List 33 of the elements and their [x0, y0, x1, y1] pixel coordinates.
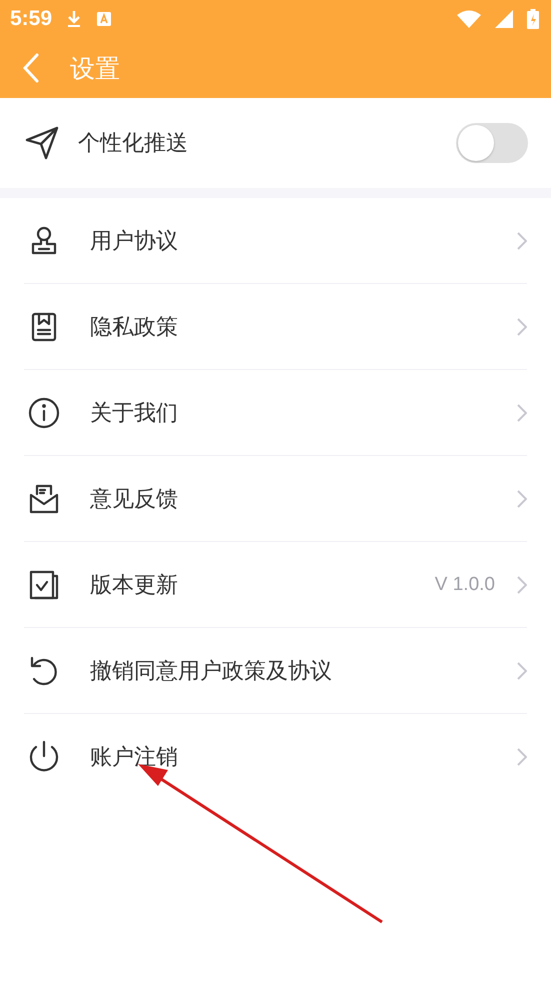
download-icon [66, 9, 82, 29]
battery-icon [527, 9, 539, 29]
settings-row[interactable]: 隐私政策 [24, 284, 527, 370]
settings-row[interactable]: 撤销同意用户政策及协议 [24, 628, 527, 714]
setting-label: 意见反馈 [90, 486, 178, 514]
chevron-icon [517, 662, 527, 680]
chevron-icon [517, 490, 527, 508]
settings-row[interactable]: 账户注销 [24, 714, 527, 799]
status-time: 5:59 [10, 7, 52, 31]
setting-label: 版本更新 [90, 572, 178, 600]
send-icon [24, 125, 60, 161]
signal-icon [495, 10, 513, 28]
wifi-icon [457, 10, 481, 28]
version-text: V 1.0.0 [434, 574, 495, 596]
setting-label: 个性化推送 [78, 130, 188, 158]
chevron-icon [517, 404, 527, 422]
setting-label: 撤销同意用户政策及协议 [90, 658, 332, 686]
setting-label: 关于我们 [90, 400, 178, 428]
setting-label: 账户注销 [90, 744, 178, 772]
settings-row[interactable]: 关于我们 [24, 370, 527, 456]
chevron-icon [517, 576, 527, 594]
notification-icon [96, 11, 112, 27]
settings-row[interactable]: 版本更新 V 1.0.0 [24, 542, 527, 628]
settings-row[interactable]: 用户协议 [24, 198, 527, 284]
setting-label: 用户协议 [90, 228, 178, 256]
page-title: 设置 [70, 52, 120, 84]
back-icon[interactable] [22, 53, 40, 83]
settings-row[interactable]: 意见反馈 [24, 456, 527, 542]
toggle-switch[interactable] [456, 123, 528, 163]
setting-label: 隐私政策 [90, 314, 178, 342]
chevron-icon [517, 318, 527, 336]
chevron-icon [517, 748, 527, 766]
chevron-icon [517, 232, 527, 250]
